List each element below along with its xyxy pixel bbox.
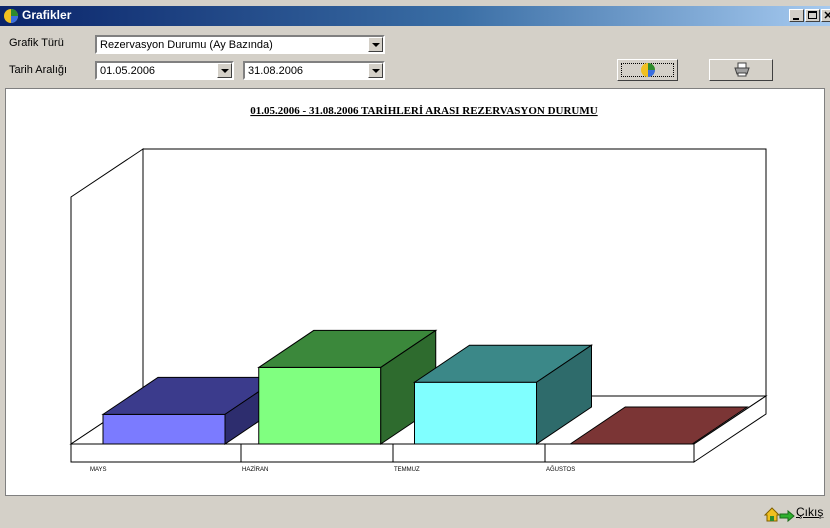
- x-tick-label-3: TEMMUZ: [394, 467, 420, 473]
- draw-chart-button[interactable]: [617, 59, 678, 81]
- chart-type-label: Grafik Türü: [9, 37, 64, 49]
- chart-icon: [641, 63, 655, 77]
- chart-floor-front: [70, 443, 695, 463]
- title-bar[interactable]: Grafikler: [0, 6, 830, 26]
- end-date-picker[interactable]: 31.08.2006: [243, 61, 385, 80]
- maximize-button[interactable]: [805, 9, 820, 22]
- close-icon: [824, 11, 830, 19]
- end-date-value: 31.08.2006: [248, 65, 304, 77]
- chevron-down-icon[interactable]: [368, 37, 383, 52]
- x-tick-label-4: AĞUSTOS: [546, 466, 575, 473]
- grafikler-window: Grafikler Grafik Türü Rezervasyon Durumu…: [0, 0, 830, 528]
- minimize-button[interactable]: [789, 9, 804, 22]
- bar-front-2: [258, 366, 382, 445]
- minimize-icon: [793, 18, 799, 20]
- window-title: Grafikler: [22, 8, 72, 22]
- chart-title: 01.05.2006 - 31.08.2006 TARİHLERİ ARASI …: [250, 105, 597, 117]
- bar-front-3: [414, 381, 537, 445]
- chart-panel: 01.05.2006 - 31.08.2006 TARİHLERİ ARASI …: [5, 88, 825, 496]
- printer-icon: [734, 62, 750, 77]
- app-icon: [4, 9, 18, 23]
- exit-icon: [763, 507, 795, 523]
- chevron-down-icon[interactable]: [368, 63, 383, 78]
- start-date-picker[interactable]: 01.05.2006: [95, 61, 234, 80]
- chart-type-value: Rezervasyon Durumu (Ay Bazında): [100, 39, 273, 51]
- bar-chart: 01.05.2006 - 31.08.2006 TARİHLERİ ARASI …: [69, 105, 768, 473]
- chevron-down-icon[interactable]: [217, 63, 232, 78]
- start-date-value: 01.05.2006: [100, 65, 156, 77]
- print-button[interactable]: [709, 59, 773, 81]
- bar-front-1: [102, 413, 226, 445]
- x-tick-label-2: HAZİRAN: [242, 466, 268, 473]
- date-range-label: Tarih Aralığı: [9, 64, 68, 76]
- exit-label: Çıkış: [796, 505, 824, 519]
- chart-type-select[interactable]: Rezervasyon Durumu (Ay Bazında): [95, 35, 385, 54]
- maximize-icon: [808, 11, 817, 19]
- close-button[interactable]: [821, 9, 830, 22]
- x-tick-label-1: MAYS: [90, 467, 107, 473]
